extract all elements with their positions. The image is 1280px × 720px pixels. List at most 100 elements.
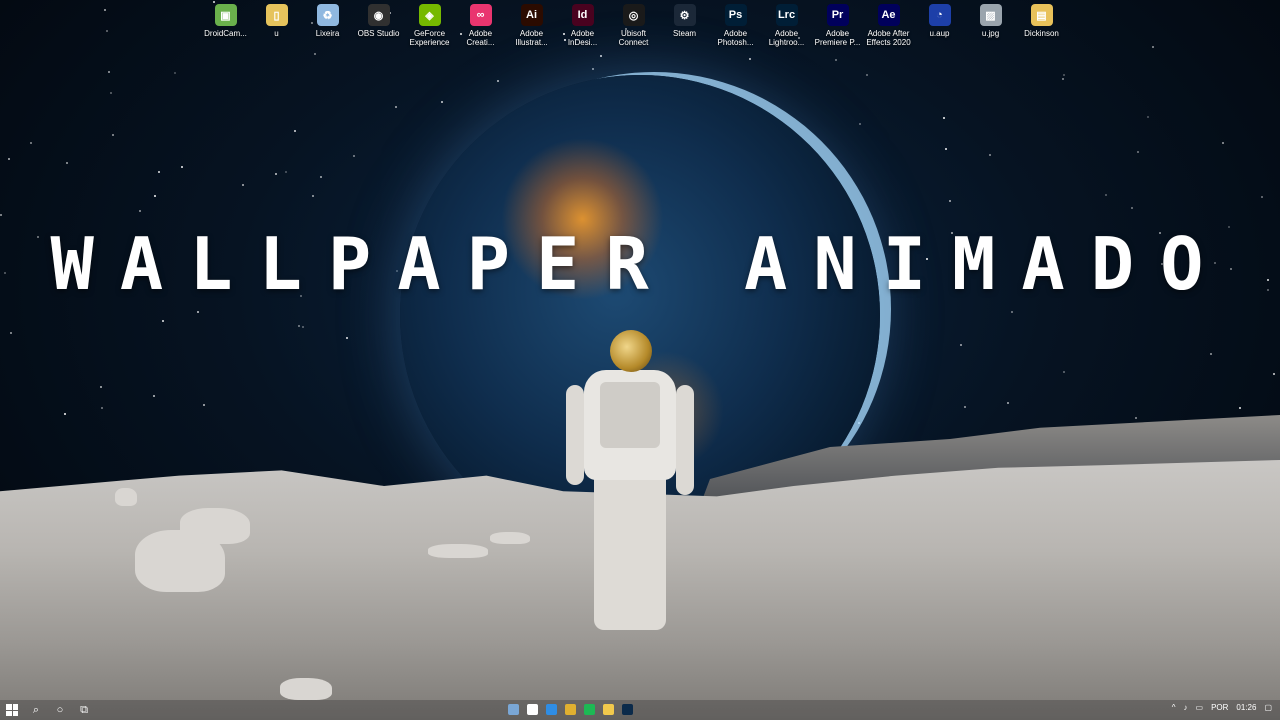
lightroom-icon: Lrc <box>775 4 798 26</box>
desktop-wallpaper <box>0 0 1280 720</box>
star <box>1062 78 1064 80</box>
search-icon[interactable]: ⌕ <box>30 704 42 716</box>
star <box>314 53 316 55</box>
ubisoft-icon: ◎ <box>622 4 645 26</box>
star <box>1063 74 1065 76</box>
desktop-icon-label: Adobe Creati... <box>466 29 495 47</box>
star <box>1210 353 1212 355</box>
star <box>943 117 945 119</box>
star <box>964 406 966 408</box>
taskbar-pinned-apps <box>508 704 633 715</box>
clock[interactable]: 01:26 <box>1236 703 1256 712</box>
star <box>298 325 300 327</box>
desktop-icon-label: u.jpg <box>981 29 1000 38</box>
desktop-icon-label: Adobe InDesi... <box>567 29 598 47</box>
desktop-icon-label: Adobe Illustrat... <box>515 29 548 47</box>
premiere-icon: Pr <box>826 4 849 26</box>
audacity-icon: ◔ <box>928 4 951 26</box>
desktop-icon[interactable]: ▤ Dickinson <box>1016 4 1067 47</box>
star <box>1261 196 1263 198</box>
file-icon: ▯ <box>265 4 288 26</box>
spotify-icon[interactable] <box>584 704 595 715</box>
star <box>64 413 66 415</box>
desktop-icon[interactable]: ⚙ Steam <box>659 4 710 47</box>
store-icon[interactable] <box>527 704 538 715</box>
image-file-icon: ▨ <box>979 4 1002 26</box>
obs-icon: ◉ <box>367 4 390 26</box>
start-button[interactable] <box>6 704 18 716</box>
mail-icon[interactable] <box>546 704 557 715</box>
after-effects-icon: Ae <box>877 4 900 26</box>
desktop-icon[interactable]: ▯ u <box>251 4 302 47</box>
desktop-icon-label: Adobe Photosh... <box>717 29 754 47</box>
star <box>158 171 160 173</box>
desktop-icon-label: Adobe Premiere P... <box>814 29 861 47</box>
star <box>600 55 602 57</box>
desktop-icon[interactable]: ∞ Adobe Creati... <box>455 4 506 47</box>
star <box>100 386 102 388</box>
desktop-icon[interactable]: ♻ Lixeira <box>302 4 353 47</box>
astronaut <box>566 330 694 640</box>
moon-rock <box>180 508 250 544</box>
app-icon-1[interactable] <box>508 704 519 715</box>
star <box>197 311 199 313</box>
chevron-up-icon[interactable]: ^ <box>1172 703 1176 712</box>
desktop-icon-label: GeForce Experience <box>409 29 450 47</box>
cortana-icon[interactable]: ○ <box>54 704 66 716</box>
desktop-icon[interactable]: ◉ OBS Studio <box>353 4 404 47</box>
moon-rock <box>490 532 530 544</box>
desktop-icon[interactable]: Id Adobe InDesi... <box>557 4 608 47</box>
system-tray: ^ ♪ ▭ POR 01:26 ▢ <box>1172 703 1272 712</box>
desktop-icon[interactable]: ◈ GeForce Experience <box>404 4 455 47</box>
desktop-icon[interactable]: Ai Adobe Illustrat... <box>506 4 557 47</box>
star <box>497 80 499 82</box>
geforce-icon: ◈ <box>418 4 441 26</box>
star <box>949 200 951 202</box>
desktop-icon-label: Lixeira <box>315 29 340 38</box>
network-icon[interactable]: ▭ <box>1196 703 1204 712</box>
desktop-icon[interactable]: ◎ Ubisoft Connect <box>608 4 659 47</box>
star <box>945 148 947 150</box>
volume-icon[interactable]: ♪ <box>1184 703 1188 712</box>
star <box>285 171 287 173</box>
star <box>859 123 861 125</box>
chrome-icon[interactable] <box>565 704 576 715</box>
star <box>1131 207 1133 209</box>
task-view-icon[interactable]: ⧉ <box>78 704 90 716</box>
desktop-icon[interactable]: Pr Adobe Premiere P... <box>812 4 863 47</box>
desktop-icon[interactable]: ▨ u.jpg <box>965 4 1016 47</box>
desktop-icon[interactable]: ◔ u.aup <box>914 4 965 47</box>
desktop-icon[interactable]: Ae Adobe After Effects 2020 <box>863 4 914 47</box>
star <box>213 1 215 3</box>
star <box>8 158 10 160</box>
star <box>835 59 837 61</box>
star <box>1137 151 1139 153</box>
star <box>0 214 2 216</box>
folder-icon: ▤ <box>1030 4 1053 26</box>
photoshop-taskbar-icon[interactable] <box>622 704 633 715</box>
star <box>154 195 156 197</box>
star <box>110 92 112 94</box>
language-indicator[interactable]: POR <box>1211 703 1228 712</box>
star <box>320 176 322 178</box>
notifications-icon[interactable]: ▢ <box>1264 703 1272 712</box>
star <box>174 72 176 74</box>
star <box>275 173 277 175</box>
desktop-icon-label: u <box>274 29 279 38</box>
indesign-icon: Id <box>571 4 594 26</box>
star <box>1105 194 1107 196</box>
star <box>66 162 68 164</box>
star <box>108 71 110 73</box>
star <box>1135 417 1137 419</box>
desktop-icon[interactable]: Ps Adobe Photosh... <box>710 4 761 47</box>
star <box>112 134 114 136</box>
star <box>592 68 594 70</box>
desktop-icon[interactable]: ▣ DroidCam... <box>200 4 251 47</box>
star <box>441 101 443 103</box>
desktop-icon[interactable]: Lrc Adobe Lightroo... <box>761 4 812 47</box>
star <box>242 184 244 186</box>
star <box>10 332 12 334</box>
star <box>1222 142 1224 144</box>
file-explorer-icon[interactable] <box>603 704 614 715</box>
star <box>395 106 397 108</box>
